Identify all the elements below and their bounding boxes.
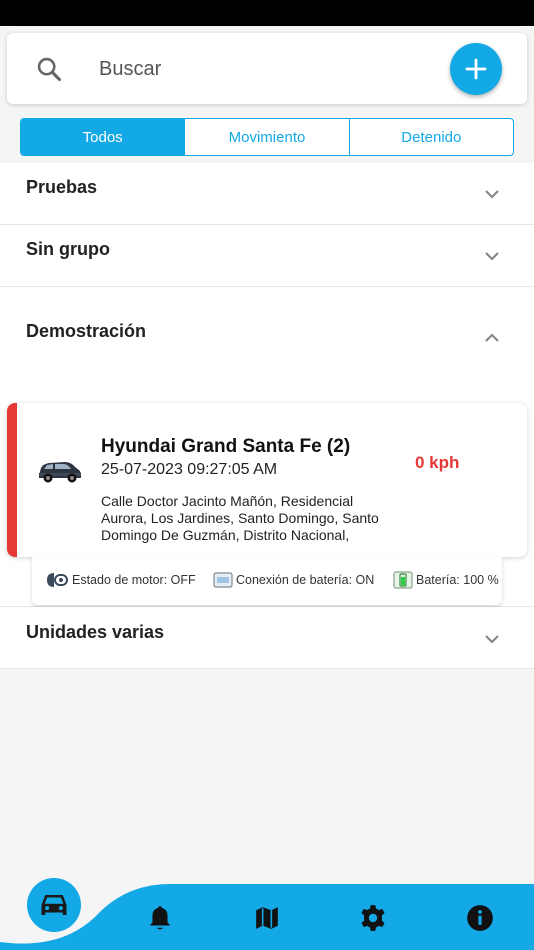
bell-icon <box>149 906 171 930</box>
nav-info[interactable] <box>466 904 494 932</box>
info-icon <box>467 905 493 931</box>
vehicle-address: Calle Doctor Jacinto Mañón, Residencial … <box>101 493 379 543</box>
tab-todos[interactable]: Todos <box>21 119 186 155</box>
vehicle-speed: 0 kph <box>415 453 460 472</box>
group-title: Unidades varias <box>26 622 165 642</box>
nav-settings[interactable] <box>359 904 387 932</box>
vehicle-name: Hyundai Grand Santa Fe (2) <box>101 436 351 457</box>
plus-icon <box>465 58 487 80</box>
map-icon <box>256 907 278 929</box>
battery-connection-icon <box>213 572 233 588</box>
battery-connection: Conexión de batería: ON <box>213 571 374 589</box>
group-title: Demostración <box>26 321 147 341</box>
battery-level-label: Batería: 100 % <box>416 573 499 587</box>
search-icon[interactable] <box>35 55 63 83</box>
chevron-down-icon <box>485 635 499 644</box>
gear-icon <box>361 905 385 931</box>
chevron-down-icon <box>485 252 499 261</box>
group-title: Sin grupo <box>26 239 110 259</box>
status-indicator <box>7 403 17 557</box>
search-bar <box>7 33 527 104</box>
car-image <box>39 462 81 483</box>
vehicle-card[interactable]: Hyundai Grand Santa Fe (2) 25-07-2023 09… <box>7 403 527 557</box>
engine-icon <box>47 573 68 587</box>
tab-movimiento[interactable]: Movimiento <box>185 119 350 155</box>
status-bar <box>0 0 534 26</box>
group-pruebas[interactable]: Pruebas <box>0 163 534 225</box>
battery-level: Batería: 100 % <box>393 571 499 589</box>
group-title: Pruebas <box>26 177 98 197</box>
filter-tabs: Todos Movimiento Detenido <box>20 118 514 156</box>
car-icon <box>41 895 67 915</box>
battery-icon <box>393 571 413 589</box>
engine-status-label: Estado de motor: OFF <box>72 573 196 587</box>
vehicle-datetime: 25-07-2023 09:27:05 AM <box>101 461 278 478</box>
add-button[interactable] <box>450 43 502 95</box>
chevron-down-icon <box>485 190 499 199</box>
battery-connection-label: Conexión de batería: ON <box>236 573 375 587</box>
nav-map[interactable] <box>253 904 281 932</box>
search-input[interactable] <box>99 51 419 87</box>
nav-notifications[interactable] <box>146 904 174 932</box>
tab-detenido[interactable]: Detenido <box>350 119 513 155</box>
group-sin-grupo[interactable]: Sin grupo <box>0 225 534 287</box>
nav-vehicles[interactable] <box>27 878 81 932</box>
group-unidades-varias[interactable]: Unidades varias <box>0 607 534 669</box>
vehicle-info-strip: Estado de motor: OFF Conexión de batería… <box>32 557 502 605</box>
chevron-up-icon <box>485 333 499 342</box>
engine-status: Estado de motor: OFF <box>45 571 196 589</box>
